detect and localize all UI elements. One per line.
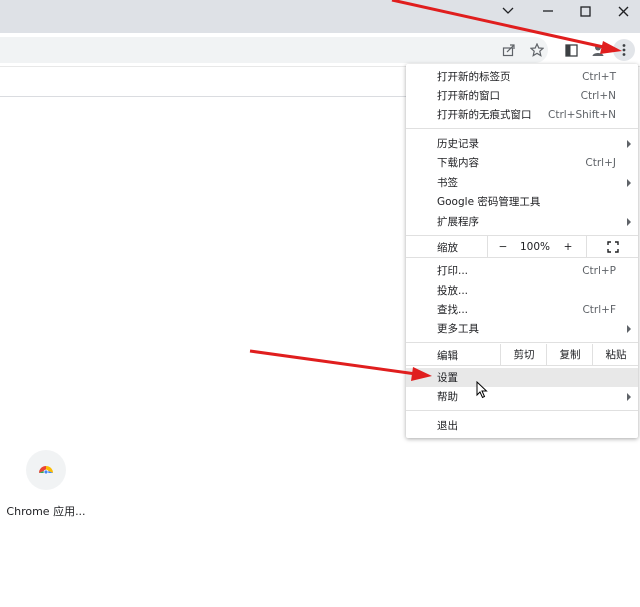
menu-separator (406, 257, 638, 258)
profile-icon[interactable] (587, 39, 609, 61)
chevron-right-icon (627, 217, 631, 226)
star-icon[interactable] (526, 39, 548, 61)
chevron-right-icon (627, 139, 631, 148)
fullscreen-icon (607, 240, 619, 253)
paste-button[interactable]: 粘贴 (592, 344, 639, 365)
chrome-apps-shortcut[interactable] (26, 450, 66, 490)
chevron-right-icon (627, 392, 631, 401)
menu-item-passwords[interactable]: Google 密码管理工具 (406, 192, 638, 211)
mouse-cursor-icon (476, 381, 488, 399)
menu-item-history[interactable]: 历史记录 (406, 134, 638, 153)
chevron-down-icon[interactable] (489, 0, 527, 22)
cut-button[interactable]: 剪切 (500, 344, 547, 365)
browser-toolbar (0, 33, 640, 67)
annotation-arrow-to-settings (249, 349, 432, 381)
close-icon[interactable] (604, 0, 640, 22)
chevron-right-icon (627, 178, 631, 187)
share-icon[interactable] (498, 39, 520, 61)
menu-item-downloads[interactable]: 下载内容 Ctrl+J (406, 153, 638, 172)
menu-item-new-window[interactable]: 打开新的窗口 Ctrl+N (406, 86, 638, 105)
minimize-icon[interactable] (529, 0, 567, 22)
chrome-apps-label[interactable]: Chrome 应用... (0, 503, 92, 519)
zoom-level: 100% (519, 240, 551, 253)
menu-separator (406, 410, 638, 411)
kebab-menu-icon[interactable] (613, 39, 635, 61)
menu-separator (406, 342, 638, 343)
menu-item-bookmarks[interactable]: 书签 (406, 173, 638, 192)
menu-item-more-tools[interactable]: 更多工具 (406, 319, 638, 338)
menu-item-find[interactable]: 查找... Ctrl+F (406, 300, 638, 319)
menu-item-print[interactable]: 打印... Ctrl+P (406, 261, 638, 280)
menu-edit-row: 编辑 剪切 复制 粘贴 (406, 344, 638, 365)
chrome-apps-icon (39, 466, 53, 475)
menu-item-incognito[interactable]: 打开新的无痕式窗口 Ctrl+Shift+N (406, 105, 638, 124)
menu-separator (406, 128, 638, 129)
menu-item-cast[interactable]: 投放... (406, 281, 638, 300)
menu-item-new-tab[interactable]: 打开新的标签页 Ctrl+T (406, 67, 638, 86)
fullscreen-button[interactable] (586, 236, 639, 257)
address-bar[interactable] (0, 37, 548, 63)
menu-zoom-row: 缩放 − 100% + (406, 236, 638, 257)
menu-item-exit[interactable]: 退出 (406, 416, 638, 435)
menu-item-help[interactable]: 帮助 (406, 387, 638, 406)
menu-item-settings[interactable]: 设置 (406, 368, 638, 387)
content-divider (0, 96, 410, 97)
menu-item-extensions[interactable]: 扩展程序 (406, 212, 638, 231)
side-panel-icon[interactable] (560, 39, 582, 61)
zoom-out-button[interactable]: − (487, 236, 518, 257)
zoom-in-button[interactable]: + (553, 236, 583, 257)
chevron-right-icon (627, 324, 631, 333)
maximize-icon[interactable] (566, 0, 604, 22)
copy-button[interactable]: 复制 (546, 344, 593, 365)
chrome-main-menu: 打开新的标签页 Ctrl+T 打开新的窗口 Ctrl+N 打开新的无痕式窗口 C… (406, 64, 638, 438)
menu-separator (406, 365, 638, 366)
title-bar (0, 0, 640, 33)
